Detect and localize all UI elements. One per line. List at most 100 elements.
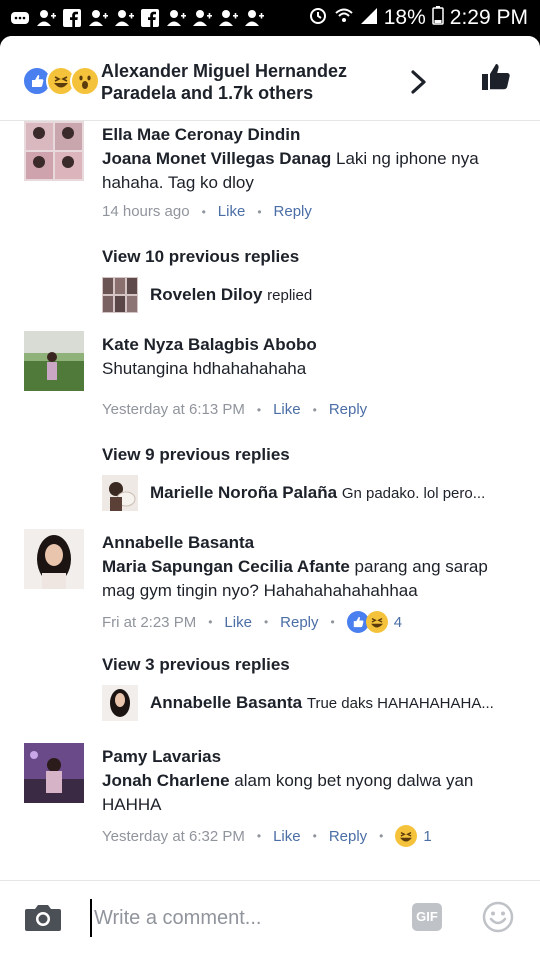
comment-author[interactable]: Pamy Lavarias: [102, 747, 221, 767]
haha-reaction-icon: [395, 825, 418, 847]
chevron-right-icon[interactable]: [408, 68, 430, 96]
wifi-icon: [334, 5, 354, 31]
reply-author-name: Marielle Noroña Palaña: [150, 483, 338, 502]
gif-icon[interactable]: GIF: [412, 903, 442, 931]
comment-time: Yesterday at 6:32 PM: [102, 827, 245, 845]
comment-author[interactable]: Ella Mae Ceronay Dindin: [102, 125, 300, 145]
reply-button[interactable]: Reply: [329, 401, 367, 418]
reaction-count: 1: [423, 827, 432, 845]
reply-snippet: replied: [267, 287, 313, 304]
comment-text: Shutangina hdhahahahaha: [102, 357, 522, 381]
separator-dot: •: [256, 829, 262, 843]
avatar[interactable]: [24, 331, 84, 391]
reply-avatar: [102, 475, 138, 511]
thumbs-up-icon[interactable]: [480, 62, 512, 92]
battery-percent: 18%: [383, 6, 426, 29]
comment-reactions[interactable]: 1: [395, 825, 432, 847]
status-indicators: 18% 2:29 PM: [308, 4, 528, 32]
comment-meta: Yesterday at 6:13 PM • Like • Reply: [102, 401, 367, 418]
smiley-icon[interactable]: [482, 901, 514, 933]
like-button[interactable]: Like: [224, 614, 252, 631]
avatar[interactable]: [24, 743, 84, 803]
reaction-count: 4: [393, 613, 403, 631]
like-button[interactable]: Like: [273, 828, 301, 845]
comment-meta: Yesterday at 6:32 PM • Like • Reply • 1: [102, 825, 432, 847]
comment-text: Maria Sapungan Cecilia Afante parang ang…: [102, 555, 522, 603]
comment-text: Joana Monet Villegas Danag Laki ng iphon…: [102, 147, 522, 195]
separator-dot: •: [379, 829, 384, 843]
separator-dot: •: [257, 204, 262, 219]
view-previous-replies[interactable]: View 9 previous replies: [102, 445, 290, 465]
reply-author: Marielle Noroña Palaña Gn padako. lol pe…: [150, 483, 485, 503]
separator-dot: •: [256, 402, 262, 417]
reply-author-name: Rovelen Diloy: [150, 285, 263, 304]
comments-sheet: Alexander Miguel Hernandez Paradela and …: [0, 36, 540, 960]
reply-author-name: Annabelle Basanta: [150, 693, 303, 712]
messenger-icon: [10, 8, 30, 28]
reply-preview[interactable]: Marielle Noroña Palaña Gn padako. lol pe…: [102, 475, 522, 511]
comment-text-part: HAHHA: [102, 795, 162, 814]
like-button[interactable]: Like: [273, 401, 301, 418]
separator-dot: •: [201, 204, 206, 219]
view-previous-replies[interactable]: View 3 previous replies: [102, 655, 290, 675]
comment-time: Yesterday at 6:13 PM: [102, 401, 245, 418]
comment-text-part: Laki ng iphone nya: [331, 149, 479, 168]
comment-time: Fri at 2:23 PM: [102, 613, 197, 631]
reply-preview[interactable]: Rovelen Diloy replied: [102, 277, 522, 313]
reply-author: Annabelle Basanta True daks HAHAHAHAHA..…: [150, 693, 494, 713]
reply-snippet: Gn padako. lol pero...: [341, 485, 486, 502]
comment-meta: Fri at 2:23 PM • Like • Reply • 4: [102, 611, 402, 633]
reaction-summary: [22, 66, 100, 96]
separator-dot: •: [330, 615, 335, 629]
comment-text-part: hahaha. Tag ko dloy: [102, 173, 254, 192]
reactors-line-1: Alexander Miguel Hernandez: [101, 61, 348, 81]
tagged-user[interactable]: Jonah Charlene: [102, 771, 230, 790]
tagged-user[interactable]: Joana Monet Villegas Danag: [102, 149, 331, 168]
comment-text-part: mag gym tingin nyo? Hahahahahahahhaa: [102, 581, 418, 600]
reply-preview[interactable]: Annabelle Basanta True daks HAHAHAHAHA..…: [102, 685, 522, 721]
facebook-icon: [140, 8, 160, 28]
comment-composer: GIF: [0, 880, 540, 960]
separator-dot: •: [263, 615, 269, 629]
comment-meta: 14 hours ago • Like • Reply: [102, 203, 312, 220]
tagged-user[interactable]: Maria Sapungan Cecilia Afante: [102, 557, 350, 576]
comment-reactions[interactable]: 4: [346, 611, 403, 633]
separator-dot: •: [312, 402, 317, 417]
clock: 2:29 PM: [449, 6, 528, 29]
reactors-line-2: Paradela and 1.7k others: [101, 83, 314, 103]
comment-time: 14 hours ago: [102, 203, 190, 220]
comment-author[interactable]: Kate Nyza Balagbis Abobo: [102, 335, 317, 355]
reply-button[interactable]: Reply: [274, 203, 312, 220]
view-previous-replies[interactable]: View 10 previous replies: [102, 247, 299, 267]
status-bar: 18% 2:29 PM: [0, 0, 540, 36]
camera-icon[interactable]: [24, 901, 62, 933]
facebook-icon: [62, 8, 82, 28]
haha-reaction-icon: [365, 611, 388, 633]
avatar[interactable]: [24, 121, 84, 181]
comment-text: Jonah Charlene alam kong bet nyong dalwa…: [102, 769, 522, 817]
comment-author[interactable]: Annabelle Basanta: [102, 533, 254, 553]
battery-icon: [432, 5, 444, 31]
add-friend-icon: [114, 8, 134, 28]
add-friend-icon: [244, 8, 264, 28]
reply-snippet: True daks HAHAHAHAHA...: [306, 695, 494, 712]
alarm-icon: [308, 5, 328, 31]
separator-dot: •: [208, 615, 213, 629]
reply-author: Rovelen Diloy replied: [150, 285, 312, 305]
separator-dot: •: [312, 829, 317, 843]
add-friend-icon: [218, 8, 238, 28]
comment-text-part: parang ang sarap: [349, 557, 488, 576]
like-button[interactable]: Like: [218, 203, 246, 220]
reply-avatar: [102, 277, 138, 313]
add-friend-icon: [36, 8, 56, 28]
add-friend-icon: [192, 8, 212, 28]
wow-reaction-icon: [70, 66, 100, 96]
reactions-header[interactable]: Alexander Miguel Hernandez Paradela and …: [0, 36, 540, 121]
comment-text-part: alam kong bet nyong dalwa yan: [229, 771, 474, 790]
comment-list[interactable]: Ella Mae Ceronay Dindin Joana Monet Vill…: [0, 121, 540, 881]
reply-button[interactable]: Reply: [280, 614, 318, 631]
notification-icons: [10, 6, 264, 30]
comment-input[interactable]: [90, 899, 396, 937]
reply-button[interactable]: Reply: [329, 828, 367, 845]
avatar[interactable]: [24, 529, 84, 589]
